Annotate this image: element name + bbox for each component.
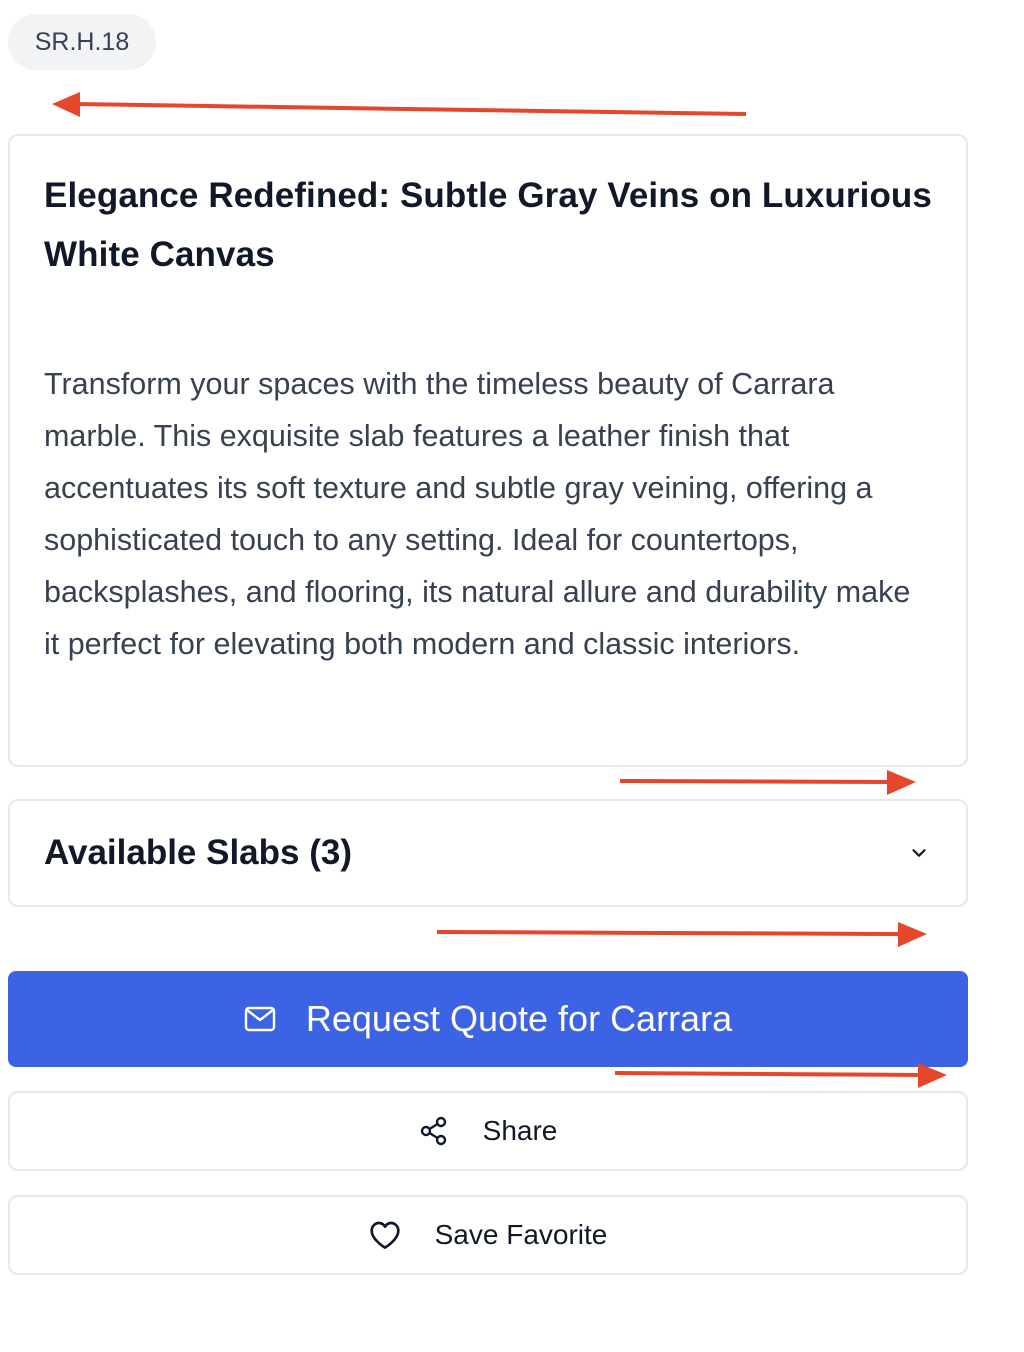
- annotation-arrow-left: [52, 92, 747, 117]
- request-quote-label: Request Quote for Carrara: [305, 998, 733, 1039]
- save-favorite-label: Save Favorite: [434, 1219, 608, 1250]
- request-quote-button[interactable]: Request Quote for Carrara: [8, 971, 968, 1067]
- description-body: Transform your spaces with the timeless …: [44, 367, 911, 661]
- chevron-down-icon[interactable]: [906, 840, 932, 866]
- mail-icon: [244, 1005, 276, 1033]
- available-slabs-accordion[interactable]: Available Slabs (3): [8, 799, 968, 907]
- description-card: Elegance Redefined: Subtle Gray Veins on…: [8, 134, 968, 767]
- description-title: Elegance Redefined: Subtle Gray Veins on…: [44, 176, 932, 274]
- sku-badge: SR.H.18: [8, 14, 156, 70]
- annotation-arrow-right: [436, 922, 927, 947]
- available-slabs-label: Available Slabs (3): [44, 833, 352, 872]
- heart-icon: [369, 1220, 401, 1250]
- share-icon: [419, 1116, 449, 1146]
- save-favorite-button[interactable]: Save Favorite: [8, 1195, 968, 1275]
- annotation-arrow-right: [619, 770, 916, 795]
- share-button[interactable]: Share: [8, 1091, 968, 1171]
- share-label: Share: [482, 1115, 558, 1146]
